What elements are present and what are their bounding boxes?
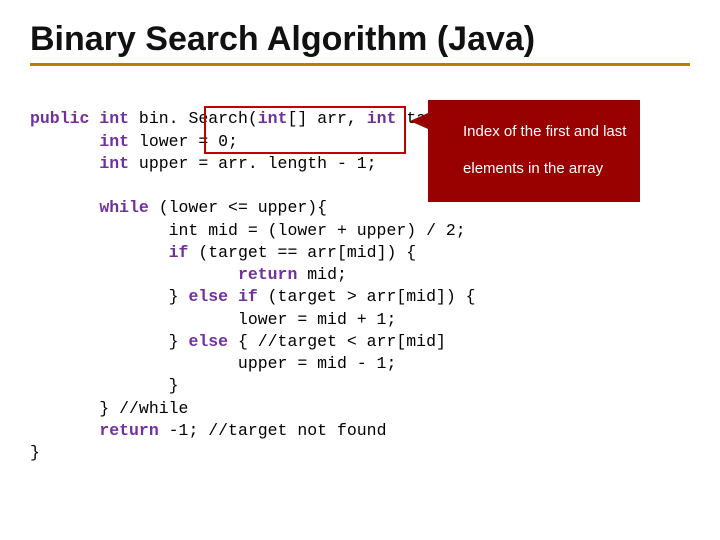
code-text (30, 243, 169, 262)
slide: Binary Search Algorithm (Java) public in… (0, 0, 720, 540)
code-text: upper = mid - 1; (30, 354, 396, 373)
code-text: } (30, 443, 40, 462)
code-text (30, 198, 99, 217)
code-text: { //target < arr[mid] (228, 332, 446, 351)
code-text: } (30, 287, 188, 306)
callout-line1: Index of the first and last (463, 123, 626, 140)
code-blank (30, 176, 40, 195)
code-text: mid; (297, 265, 347, 284)
code-block: public int bin. Search(int[] arr, int ta… (30, 86, 690, 540)
kw-if: if (169, 243, 189, 262)
code-text: -1; //target not found (159, 421, 387, 440)
code-text (30, 132, 99, 151)
kw-return: return (238, 265, 297, 284)
title-underline (30, 63, 690, 66)
kw-int: int (99, 154, 129, 173)
kw-return: return (99, 421, 158, 440)
code-text: } (30, 332, 188, 351)
kw-int: int (99, 132, 129, 151)
code-text: upper = arr. length - 1; (129, 154, 377, 173)
code-text: int mid = (lower + upper) / 2; (30, 221, 466, 240)
code-text (30, 421, 99, 440)
code-text: (target == arr[mid]) { (188, 243, 416, 262)
callout-box: Index of the first and last elements in … (428, 100, 640, 202)
code-text (30, 154, 99, 173)
kw-while: while (99, 198, 149, 217)
callout-line2: elements in the array (463, 160, 603, 177)
code-text: } //while (30, 399, 188, 418)
page-title: Binary Search Algorithm (Java) (30, 20, 690, 59)
highlight-box (204, 106, 406, 154)
kw-public-int: public int (30, 109, 129, 128)
code-text: (lower <= upper){ (149, 198, 327, 217)
code-text (30, 265, 238, 284)
kw-else-if: else if (188, 287, 257, 306)
code-text: } (30, 376, 179, 395)
kw-else: else (188, 332, 228, 351)
code-text: (target > arr[mid]) { (258, 287, 476, 306)
code-text: lower = mid + 1; (30, 310, 396, 329)
callout-arrow-icon (410, 113, 428, 129)
